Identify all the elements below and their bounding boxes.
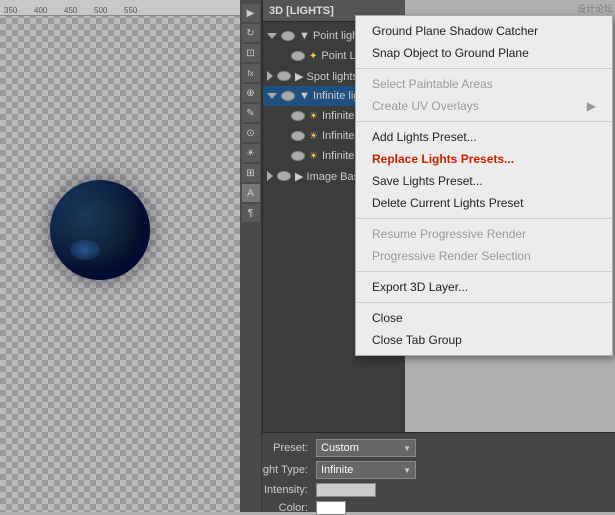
infinite-light-icon: ☀	[309, 131, 318, 142]
tool-paragraph[interactable]: ¶	[242, 204, 260, 222]
color-swatch[interactable]	[316, 501, 346, 515]
eye-visibility-icon[interactable]	[281, 31, 295, 41]
ruler-top: 350 400 450 500 550	[0, 0, 240, 16]
preset-row: Preset: Custom ▼	[248, 439, 607, 457]
panel-title: 3D [LIGHTS]	[269, 5, 334, 17]
menu-item-delete-lights-preset[interactable]: Delete Current Lights Preset	[356, 192, 612, 214]
menu-separator	[356, 68, 612, 69]
dropdown-arrow-icon: ▼	[403, 444, 411, 453]
eye-visibility-icon[interactable]	[291, 51, 305, 61]
collapse-triangle-icon	[267, 171, 273, 181]
menu-separator	[356, 302, 612, 303]
preset-dropdown[interactable]: Custom ▼	[316, 439, 416, 457]
tool-select[interactable]: ⊕	[242, 84, 260, 102]
menu-item-ground-plane-shadow[interactable]: Ground Plane Shadow Catcher	[356, 20, 612, 42]
light-type-dropdown[interactable]: Infinite ▼	[316, 461, 416, 479]
eye-visibility-icon[interactable]	[277, 71, 291, 81]
dropdown-arrow-icon: ▼	[403, 466, 411, 475]
tool-scale[interactable]: ⊡	[242, 44, 260, 62]
expand-triangle-icon	[267, 33, 277, 39]
tool-light[interactable]: ☀	[242, 144, 260, 162]
ruler-marks: 350 400 450 500 550	[0, 0, 154, 15]
menu-separator	[356, 121, 612, 122]
vertical-toolbar: ▶ ↻ ⊡ fx ⊕ ✎ ⊙ ☀ ⊞ A ¶	[240, 0, 262, 512]
menu-item-add-lights-preset[interactable]: Add Lights Preset...	[356, 126, 612, 148]
menu-item-export-3d-layer[interactable]: Export 3D Layer...	[356, 276, 612, 298]
collapse-triangle-icon	[267, 71, 273, 81]
tool-fx[interactable]: fx	[242, 64, 260, 82]
intensity-row: Intensity:	[248, 483, 607, 497]
ruler-mark: 450	[64, 6, 94, 15]
tool-mesh[interactable]: ⊞	[242, 164, 260, 182]
tool-move[interactable]: ▶	[242, 4, 260, 22]
infinite-light-icon: ☀	[309, 111, 318, 122]
preset-value: Custom	[321, 442, 359, 454]
ruler-mark: 500	[94, 6, 124, 15]
ruler-mark: 550	[124, 6, 154, 15]
ruler-mark: 350	[4, 6, 34, 15]
menu-item-replace-lights-presets[interactable]: Replace Lights Presets...	[356, 148, 612, 170]
menu-separator	[356, 271, 612, 272]
light-type-row: Light Type: Infinite ▼	[248, 461, 607, 479]
menu-item-create-uv-label: Create UV Overlays	[372, 99, 479, 113]
tool-camera[interactable]: ⊙	[242, 124, 260, 142]
menu-item-progressive-render: Progressive Render Selection	[356, 245, 612, 267]
menu-item-select-paintable: Select Paintable Areas	[356, 73, 612, 95]
ruler-mark: 400	[34, 6, 64, 15]
eye-visibility-icon[interactable]	[291, 151, 305, 161]
menu-item-close-tab-group[interactable]: Close Tab Group	[356, 329, 612, 351]
tool-paint[interactable]: ✎	[242, 104, 260, 122]
submenu-arrow-icon: ▶	[587, 99, 596, 113]
light-type-value: Infinite	[321, 464, 353, 476]
expand-triangle-icon	[267, 93, 277, 99]
menu-item-resume-render: Resume Progressive Render	[356, 223, 612, 245]
intensity-slider[interactable]	[316, 483, 376, 497]
menu-item-save-lights-preset[interactable]: Save Lights Preset...	[356, 170, 612, 192]
preset-bar: Preset: Custom ▼ Light Type: Infinite ▼ …	[240, 432, 615, 512]
color-row: Color:	[248, 501, 607, 515]
context-menu: Ground Plane Shadow Catcher Snap Object …	[355, 15, 613, 356]
menu-item-close[interactable]: Close	[356, 307, 612, 329]
eye-visibility-icon[interactable]	[281, 91, 295, 101]
point-light-icon: ✦	[309, 51, 317, 62]
eye-visibility-icon[interactable]	[277, 171, 291, 181]
menu-separator	[356, 218, 612, 219]
infinite-light-icon: ☀	[309, 151, 318, 162]
menu-item-replace-container: Replace Lights Presets...	[356, 148, 612, 170]
eye-visibility-icon[interactable]	[291, 111, 305, 121]
canvas-area: 350 400 450 500 550	[0, 0, 240, 512]
tool-rotate[interactable]: ↻	[242, 24, 260, 42]
eye-visibility-icon[interactable]	[291, 131, 305, 141]
3d-sphere	[50, 180, 150, 280]
menu-item-create-uv: Create UV Overlays ▶	[356, 95, 612, 117]
menu-item-snap-object[interactable]: Snap Object to Ground Plane	[356, 42, 612, 64]
tool-text[interactable]: A	[242, 184, 260, 202]
